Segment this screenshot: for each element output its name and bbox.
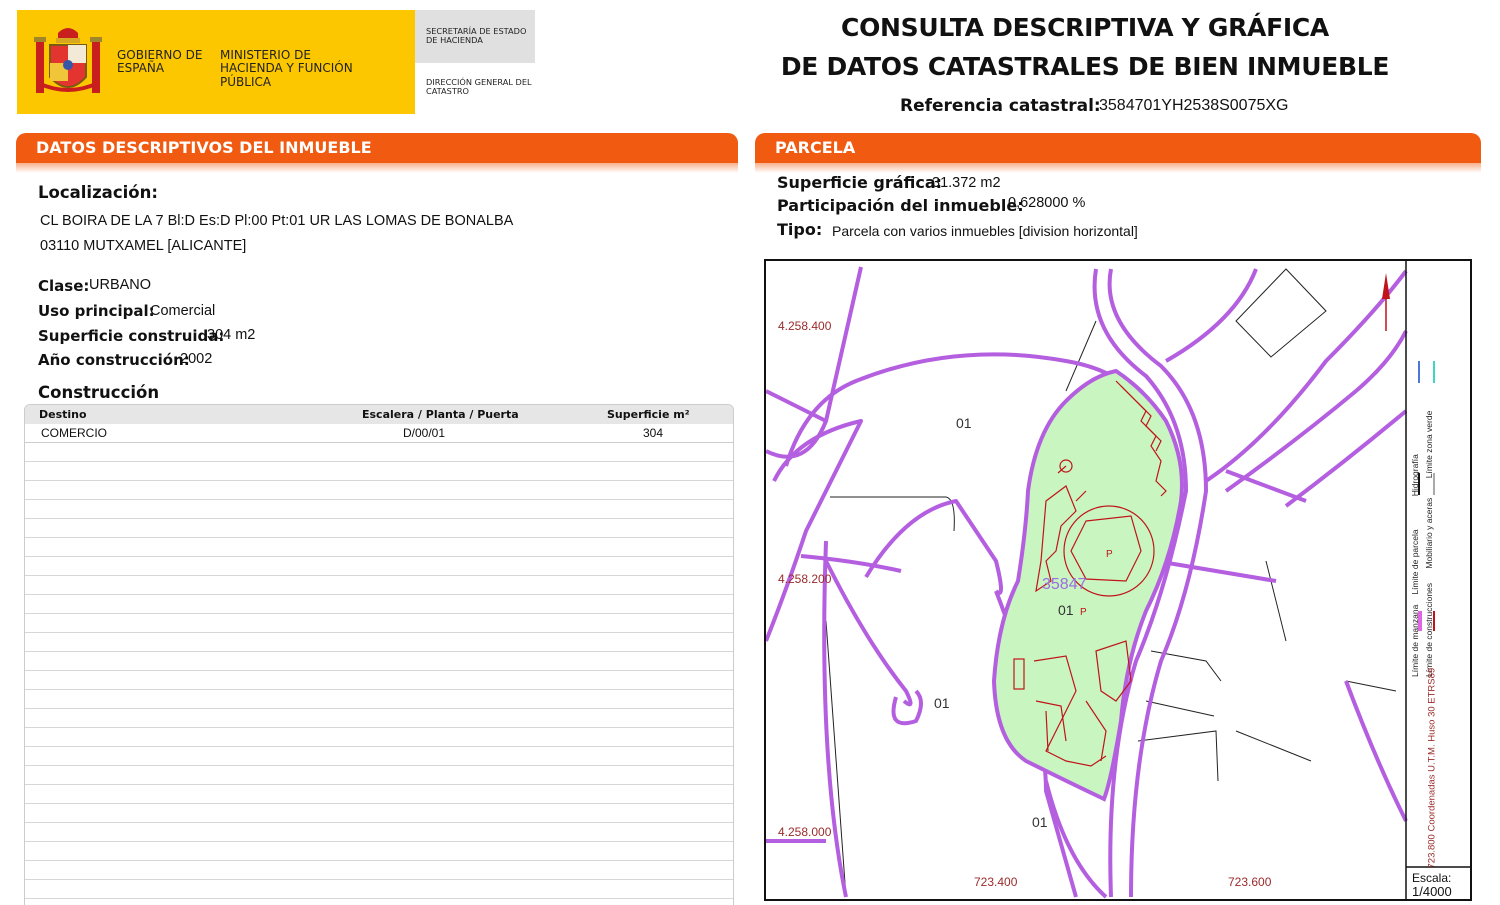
map-label-01-a: 01 — [956, 415, 972, 431]
uso-value: Comercial — [150, 303, 216, 319]
address-line2: 03110 MUTXAMEL [ALICANTE] — [40, 238, 247, 254]
cell-superficie: 304 — [643, 426, 664, 440]
col-superficie: Superficie m² — [607, 408, 690, 421]
address-line1: CL BOIRA DE LA 7 Bl:D Es:D Pl:00 Pt:01 U… — [40, 213, 514, 229]
coord-x-2: 723.600 — [1228, 875, 1272, 889]
coord-x-1: 723.400 — [974, 875, 1018, 889]
superficie-value: 304 m2 — [207, 327, 256, 343]
anio-label: Año construcción: — [38, 351, 190, 369]
section-bar-parcela: PARCELA — [755, 133, 1481, 163]
legend-projection-row: 723.800 Coordenadas U.T.M. Huso 30 ETRS8… — [1426, 667, 1438, 869]
map-label-p-b: P — [1080, 607, 1087, 618]
projection-text: Coordenadas U.T.M. Huso 30 ETRS89 — [1426, 667, 1438, 832]
page-title-line1: CONSULTA DESCRIPTIVA Y GRÁFICA — [841, 13, 1329, 42]
ministerio-text: MINISTERIO DE HACIENDA Y FUNCIÓN PÚBLICA — [220, 48, 353, 89]
coord-y-2: 4.258.200 — [778, 572, 832, 586]
construccion-table: Destino Escalera / Planta / Puerta Super… — [24, 404, 734, 905]
map-drawing: 01 01 01 01 01 35847 P P — [766, 261, 1470, 899]
sup-grafica-label: Superficie gráfica: — [777, 173, 943, 192]
participacion-value: 0,628000 % — [1008, 195, 1086, 211]
map-label-01-e: 01 — [778, 275, 780, 277]
legend-zona-verde: Límite zona verde — [1424, 410, 1434, 479]
legend-limite-manzana: Límite de manzana — [1410, 604, 1420, 677]
cell-destino: COMERCIO — [41, 426, 107, 440]
ref-label: Referencia catastral: — [900, 96, 1101, 116]
clase-label: Clase: — [38, 277, 90, 295]
ref-value: 3584701YH2538S0075XG — [1099, 97, 1289, 114]
cell-escalera: D/00/01 — [403, 426, 446, 440]
cadastral-map[interactable]: 01 01 01 01 01 35847 P P 4.258.400 4.258… — [764, 259, 1472, 901]
uso-label: Uso principal: — [38, 302, 155, 320]
tipo-value: Parcela con varios inmuebles [division h… — [832, 223, 1138, 239]
anio-value: 2002 — [180, 351, 213, 367]
sup-grafica-value: 31.372 m2 — [932, 175, 1001, 191]
section-bar-descriptivos: DATOS DESCRIPTIVOS DEL INMUEBLE — [16, 133, 738, 163]
section-title-bold: INMUEBLE — [279, 138, 372, 157]
construccion-label: Construcción — [38, 383, 160, 402]
coord-y-1: 4.258.400 — [778, 319, 832, 333]
map-label-p-a: P — [1106, 549, 1113, 560]
legend-mobiliario: Mobiliario y aceras — [1424, 497, 1434, 569]
legend-limite-parcela: Límite de parcela — [1410, 529, 1420, 595]
localizacion-label: Localización: — [38, 183, 158, 202]
coat-of-arms-icon — [34, 28, 102, 93]
scale-label: Escala: — [1412, 871, 1452, 885]
map-label-01-b: 01 — [1058, 602, 1074, 618]
gobierno-text: GOBIERNO DE ESPAÑA — [117, 48, 203, 76]
map-label-01-d: 01 — [1032, 814, 1048, 830]
participacion-label: Participación del inmueble: — [777, 196, 1024, 215]
tipo-label: Tipo: — [777, 220, 823, 239]
direccion-text: DIRECCIÓN GENERAL DEL CATASTRO — [426, 77, 532, 97]
superficie-label: Superficie construida: — [38, 327, 225, 345]
table-row: COMERCIO D/00/01 304 — [25, 424, 733, 443]
legend-limite-construcciones: Límite de construcciones — [1424, 582, 1434, 677]
bar-shadow — [755, 163, 1481, 173]
table-header: Destino Escalera / Planta / Puerta Super… — [25, 405, 733, 424]
map-legend: Límite de manzana Límite de parcela Hidr… — [1410, 273, 1466, 869]
map-label-01-c: 01 — [934, 695, 950, 711]
col-escalera: Escalera / Planta / Puerta — [362, 408, 519, 421]
map-parcel-number: 35847 — [1042, 576, 1087, 593]
section-title-prefix: DATOS DESCRIPTIVOS DEL — [36, 138, 274, 157]
legend-hidrografia: Hidrografía — [1410, 454, 1420, 497]
scale-value: 1/4000 — [1412, 884, 1452, 899]
coord-x-3: 723.800 — [1426, 834, 1438, 869]
coord-y-3: 4.258.000 — [778, 825, 832, 839]
legend-labels: Límite de manzana Límite de parcela Hidr… — [1408, 397, 1436, 677]
scale-block: Escala: 1/4000 — [1412, 871, 1452, 899]
clase-value: URBANO — [89, 277, 152, 293]
col-destino: Destino — [39, 408, 87, 421]
page-title-line2: DE DATOS CATASTRALES DE BIEN INMUEBLE — [780, 52, 1390, 81]
bar-shadow — [16, 163, 738, 173]
secretaria-text: SECRETARÍA DE ESTADO DE HACIENDA — [426, 26, 527, 46]
